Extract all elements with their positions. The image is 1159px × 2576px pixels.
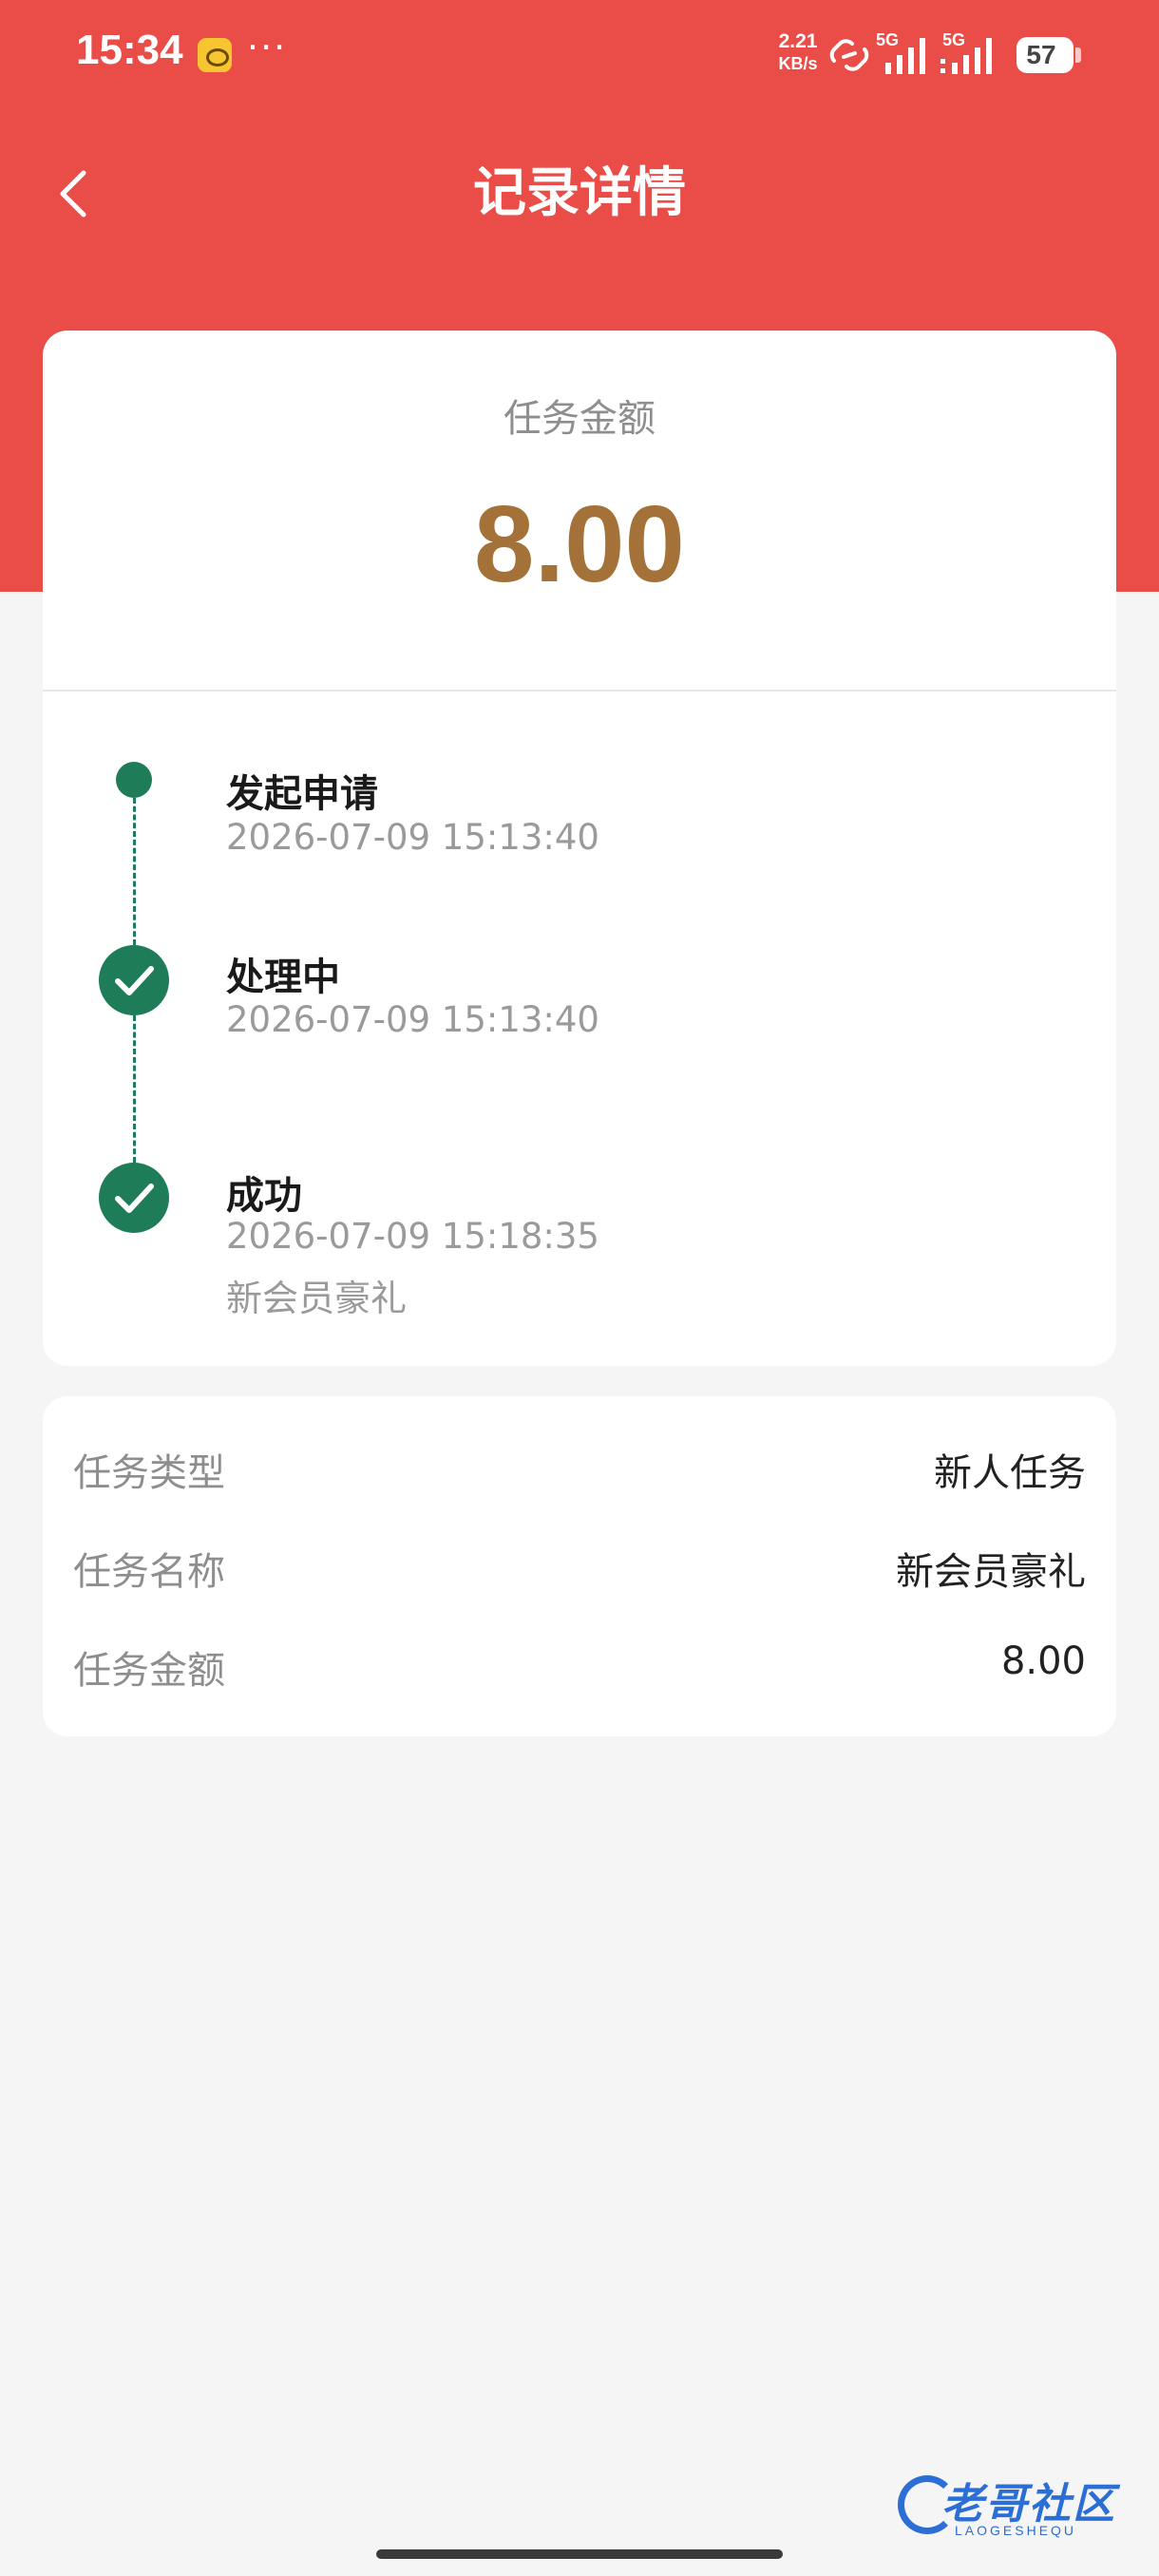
amount-value: 8.00 [474, 484, 685, 605]
more-notifications-icon: ··· [247, 27, 288, 68]
chevron-left-icon [60, 170, 86, 218]
status-bar: 15:34 ··· 2.21 KB/s 5G 5G 57 [0, 0, 1159, 109]
timeline-connector [133, 798, 136, 945]
watermark-text: 老哥社区 [941, 2480, 1116, 2529]
status-time: 15:34 [76, 27, 183, 73]
task-name-value: 新会员豪礼 [896, 1550, 1086, 1594]
timeline-step-time: 2026-07-09 15:13:40 [226, 999, 599, 1040]
timeline-step-title: 成功 [226, 1174, 302, 1218]
check-circle-icon [99, 945, 169, 1015]
signal-sim2-icon: 5G [940, 30, 1007, 76]
task-amount-label: 任务金额 [73, 1649, 225, 1693]
check-circle-icon [99, 1163, 169, 1233]
timeline-step-title: 处理中 [226, 956, 340, 999]
timeline-connector [133, 1015, 136, 1163]
details-card: 任务类型 新人任务 任务名称 新会员豪礼 任务金额 8.00 [43, 1396, 1116, 1736]
timeline-step-note: 新会员豪礼 [226, 1278, 408, 1319]
record-card: 任务金额 8.00 发起申请 2026-07-09 15:13:40 处理中 2… [43, 331, 1116, 1366]
home-indicator[interactable] [376, 2549, 783, 2559]
link-icon [829, 39, 869, 71]
task-name-label: 任务名称 [73, 1550, 225, 1594]
signal-sim1-icon: 5G [874, 30, 940, 76]
timeline-step-time: 2026-07-09 15:18:35 [226, 1216, 599, 1257]
watermark-subtext: LAOGESHEQU [955, 2523, 1077, 2538]
watermark-logo: 老哥社区 LAOGESHEQU [898, 2470, 1145, 2542]
timeline-step-title: 发起申请 [226, 772, 378, 816]
amount-label: 任务金额 [504, 397, 656, 441]
task-type-label: 任务类型 [73, 1451, 225, 1495]
network-speed: 2.21 KB/s [768, 30, 828, 74]
network-speed-unit: KB/s [778, 54, 818, 73]
network-speed-value: 2.21 [778, 30, 818, 52]
back-button[interactable] [46, 160, 103, 228]
battery-level: 57 [1026, 40, 1056, 69]
timeline-dot [116, 762, 152, 798]
card-divider [43, 690, 1116, 691]
task-type-value: 新人任务 [934, 1451, 1086, 1495]
timeline-step-time: 2026-07-09 15:13:40 [226, 817, 599, 858]
notification-app-icon [198, 38, 232, 72]
battery-cap [1075, 47, 1081, 63]
task-amount-value: 8.00 [1000, 1639, 1086, 1683]
page-title: 记录详情 [473, 162, 686, 224]
battery-icon: 57 [1016, 37, 1074, 73]
